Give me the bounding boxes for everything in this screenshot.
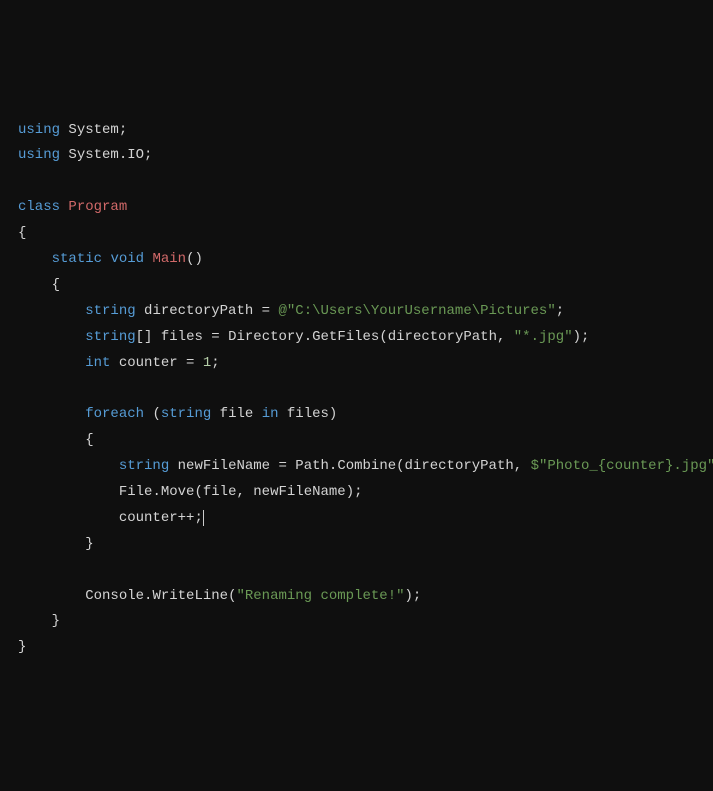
paren-open: ( — [194, 484, 202, 500]
semicolon: ; — [144, 147, 152, 163]
equals: = — [253, 303, 278, 319]
semicolon: ; — [211, 355, 219, 371]
equals: = — [270, 458, 295, 474]
text-cursor — [203, 510, 204, 526]
dot: . — [144, 588, 152, 604]
namespace-system-io: System.IO — [68, 147, 144, 163]
arg-dirpath: directoryPath — [388, 329, 497, 345]
arg-newfilename: newFileName — [253, 484, 345, 500]
arg-file: file — [203, 484, 237, 500]
keyword-string: string — [119, 458, 169, 474]
dot: . — [304, 329, 312, 345]
keyword-class: class — [18, 199, 60, 215]
semicolon: ; — [194, 510, 202, 526]
string-pattern: "*.jpg" — [514, 329, 573, 345]
class-name-program: Program — [68, 199, 127, 215]
open-brace: { — [18, 225, 26, 241]
semicolon: ; — [119, 122, 127, 138]
close-brace: } — [52, 613, 60, 629]
semicolon: ; — [413, 588, 421, 604]
paren-open: ( — [228, 588, 236, 604]
code-editor[interactable]: using System; using System.IO; class Pro… — [18, 118, 695, 662]
paren-close: ) — [573, 329, 581, 345]
paren-open: ( — [152, 406, 160, 422]
string-done: "Renaming complete!" — [236, 588, 404, 604]
close-brace: } — [18, 639, 26, 655]
string-interpolated: $"Photo_{counter}.jpg" — [531, 458, 713, 474]
method-getfiles: GetFiles — [312, 329, 379, 345]
method-main: Main — [152, 251, 186, 267]
arg-dirpath: directoryPath — [405, 458, 514, 474]
namespace-system: System — [68, 122, 118, 138]
equals: = — [178, 355, 203, 371]
class-path: Path — [295, 458, 329, 474]
comma: , — [497, 329, 514, 345]
comma: , — [236, 484, 253, 500]
dot: . — [152, 484, 160, 500]
semicolon: ; — [354, 484, 362, 500]
keyword-using: using — [18, 147, 60, 163]
method-move: Move — [161, 484, 195, 500]
semicolon: ; — [581, 329, 589, 345]
paren-open: ( — [396, 458, 404, 474]
keyword-string: string — [85, 303, 135, 319]
var-files: files — [287, 406, 329, 422]
class-directory: Directory — [228, 329, 304, 345]
bracket-close: ] — [144, 329, 152, 345]
keyword-foreach: foreach — [85, 406, 144, 422]
equals: = — [203, 329, 228, 345]
keyword-static: static — [52, 251, 102, 267]
string-literal-path: @"C:\Users\YourUsername\Pictures" — [278, 303, 555, 319]
paren-open: ( — [379, 329, 387, 345]
keyword-string: string — [85, 329, 135, 345]
paren-close: ) — [329, 406, 337, 422]
paren-close: ) — [405, 588, 413, 604]
close-brace: } — [85, 536, 93, 552]
bracket-open: [ — [136, 329, 144, 345]
open-brace: { — [85, 432, 93, 448]
var-file: file — [220, 406, 254, 422]
keyword-using: using — [18, 122, 60, 138]
keyword-void: void — [110, 251, 144, 267]
comma: , — [514, 458, 531, 474]
var-files: files — [161, 329, 203, 345]
var-counter: counter — [119, 355, 178, 371]
class-console: Console — [85, 588, 144, 604]
keyword-string: string — [161, 406, 211, 422]
paren-close: ) — [194, 251, 202, 267]
paren-close: ) — [346, 484, 354, 500]
var-directorypath: directoryPath — [144, 303, 253, 319]
counter-increment: counter++ — [119, 510, 195, 526]
var-newfilename: newFileName — [178, 458, 270, 474]
method-writeline: WriteLine — [152, 588, 228, 604]
class-file: File — [119, 484, 153, 500]
open-brace: { — [52, 277, 60, 293]
method-combine: Combine — [337, 458, 396, 474]
semicolon: ; — [556, 303, 564, 319]
keyword-int: int — [85, 355, 110, 371]
keyword-in: in — [262, 406, 279, 422]
